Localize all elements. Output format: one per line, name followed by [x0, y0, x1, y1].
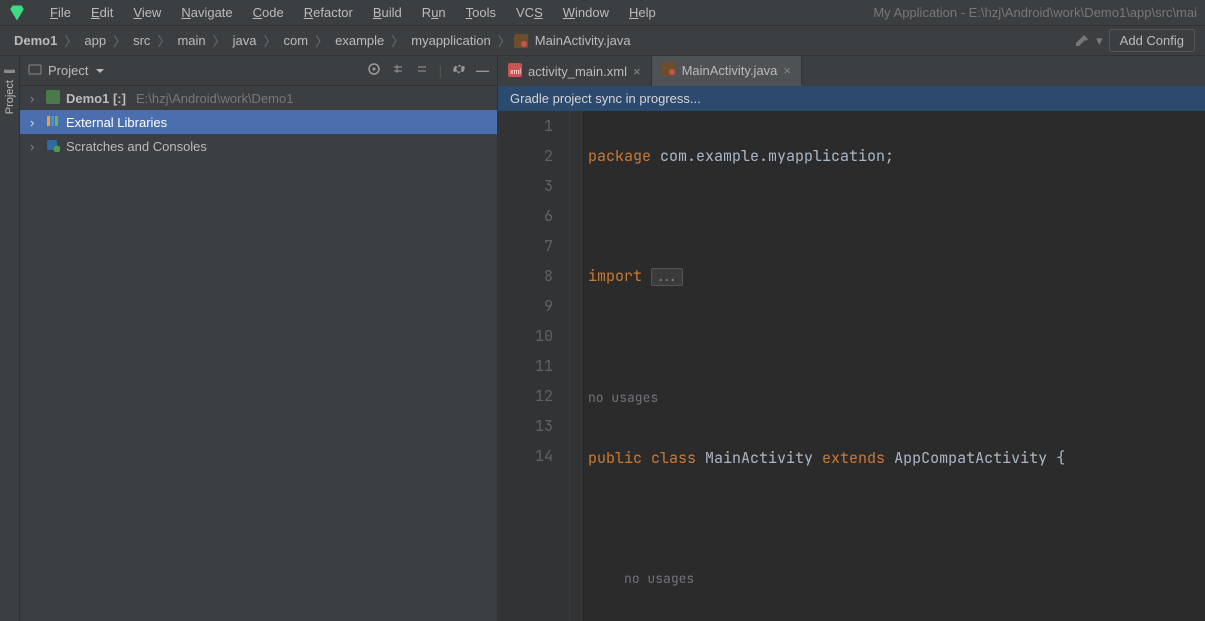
editor-panel: xml activity_main.xml × MainActivity.jav…	[498, 56, 1205, 621]
add-configuration-button[interactable]: Add Config	[1109, 29, 1195, 52]
breadcrumb-item[interactable]: src	[129, 31, 154, 50]
breadcrumb-item[interactable]: Demo1	[10, 31, 61, 50]
chevron-right-icon: 〉	[213, 31, 226, 50]
project-panel-header: Project | —	[20, 56, 497, 86]
project-panel: Project | — › Demo1 [:] E:\hzj\Android\w…	[20, 56, 498, 621]
breadcrumb-item[interactable]: com	[280, 31, 313, 50]
close-tab-icon[interactable]: ×	[783, 63, 791, 78]
chevron-right-icon: 〉	[391, 31, 404, 50]
fold-region[interactable]: ...	[651, 268, 683, 286]
breadcrumb-item[interactable]: app	[80, 31, 110, 50]
folder-icon[interactable]: ▬	[4, 64, 15, 76]
svg-text:xml: xml	[510, 69, 521, 76]
chevron-right-icon[interactable]: ›	[30, 139, 40, 154]
code-content[interactable]: package com.example.myapplication; impor…	[582, 111, 1205, 621]
code-editor[interactable]: 1 2 3 6 7 8 9 10 11 12 13 14 package com…	[498, 111, 1205, 621]
tab-label: MainActivity.java	[682, 63, 778, 78]
collapse-all-icon[interactable]	[415, 62, 429, 79]
menu-bar: File Edit View Navigate Code Refactor Bu…	[0, 0, 1205, 26]
java-file-icon	[662, 62, 676, 79]
android-studio-logo-icon	[8, 4, 26, 22]
usages-hint[interactable]: no usages	[588, 389, 658, 406]
fold-gutter[interactable]	[570, 111, 582, 621]
project-tool-button[interactable]: Project	[4, 80, 16, 114]
tree-row-scratches[interactable]: › Scratches and Consoles	[20, 134, 497, 158]
breadcrumb-item[interactable]: MainActivity.java	[531, 31, 635, 50]
line-number-gutter: 1 2 3 6 7 8 9 10 11 12 13 14	[498, 111, 570, 621]
chevron-down-icon[interactable]	[96, 69, 104, 73]
hide-panel-icon[interactable]: —	[476, 63, 489, 78]
tree-item-label: External Libraries	[66, 115, 167, 130]
tree-row-external-libs[interactable]: › External Libraries	[20, 110, 497, 134]
library-icon	[46, 114, 60, 131]
select-opened-file-icon[interactable]	[367, 62, 381, 79]
tree-row-module[interactable]: › Demo1 [:] E:\hzj\Android\work\Demo1	[20, 86, 497, 110]
tab-activity-main[interactable]: xml activity_main.xml ×	[498, 56, 652, 86]
chevron-right-icon: 〉	[264, 31, 277, 50]
menu-refactor[interactable]: Refactor	[296, 3, 361, 22]
menu-code[interactable]: Code	[245, 3, 292, 22]
navigation-bar: Demo1 〉 app 〉 src 〉 main 〉 java 〉 com 〉 …	[0, 26, 1205, 56]
gradle-sync-banner: Gradle project sync in progress...	[498, 86, 1205, 111]
expand-all-icon[interactable]	[391, 62, 405, 79]
chevron-right-icon: 〉	[64, 31, 77, 50]
tree-item-label: Demo1 [:]	[66, 91, 126, 106]
menu-navigate[interactable]: Navigate	[173, 3, 240, 22]
project-tree[interactable]: › Demo1 [:] E:\hzj\Android\work\Demo1 › …	[20, 86, 497, 621]
breadcrumb-item[interactable]: main	[173, 31, 209, 50]
tab-label: activity_main.xml	[528, 64, 627, 79]
menu-help[interactable]: Help	[621, 3, 664, 22]
breadcrumb-item[interactable]: java	[229, 31, 261, 50]
scratch-icon	[46, 138, 60, 155]
java-file-icon	[514, 34, 528, 48]
chevron-right-icon[interactable]: ›	[30, 91, 40, 106]
breadcrumb-item[interactable]: example	[331, 31, 388, 50]
project-panel-title[interactable]: Project	[48, 63, 88, 78]
tab-main-activity[interactable]: MainActivity.java ×	[652, 56, 802, 86]
menu-edit[interactable]: Edit	[83, 3, 121, 22]
gear-icon[interactable]	[452, 62, 466, 79]
breadcrumb-item[interactable]: myapplication	[407, 31, 495, 50]
xml-file-icon: xml	[508, 63, 522, 80]
chevron-right-icon: 〉	[498, 31, 511, 50]
dropdown-arrow-icon[interactable]: ▾	[1096, 33, 1103, 49]
chevron-right-icon: 〉	[315, 31, 328, 50]
editor-tabs: xml activity_main.xml × MainActivity.jav…	[498, 56, 1205, 86]
menu-file[interactable]: File	[42, 3, 79, 22]
build-hammer-icon[interactable]	[1074, 33, 1090, 49]
window-title: My Application - E:\hzj\Android\work\Dem…	[873, 5, 1197, 20]
tree-item-label: Scratches and Consoles	[66, 139, 207, 154]
left-tool-rail: ▬ Project	[0, 56, 20, 621]
menu-vcs[interactable]: VCS	[508, 3, 551, 22]
usages-hint[interactable]: no usages	[624, 570, 694, 587]
tree-item-hint: E:\hzj\Android\work\Demo1	[136, 91, 294, 106]
close-tab-icon[interactable]: ×	[633, 64, 641, 79]
chevron-right-icon: 〉	[113, 31, 126, 50]
menu-view[interactable]: View	[125, 3, 169, 22]
menu-tools[interactable]: Tools	[458, 3, 504, 22]
menu-build[interactable]: Build	[365, 3, 410, 22]
chevron-right-icon[interactable]: ›	[30, 115, 40, 130]
project-scope-icon	[28, 62, 42, 79]
menu-run[interactable]: Run	[414, 3, 454, 22]
chevron-right-icon: 〉	[157, 31, 170, 50]
module-icon	[46, 90, 60, 107]
menu-window[interactable]: Window	[555, 3, 617, 22]
